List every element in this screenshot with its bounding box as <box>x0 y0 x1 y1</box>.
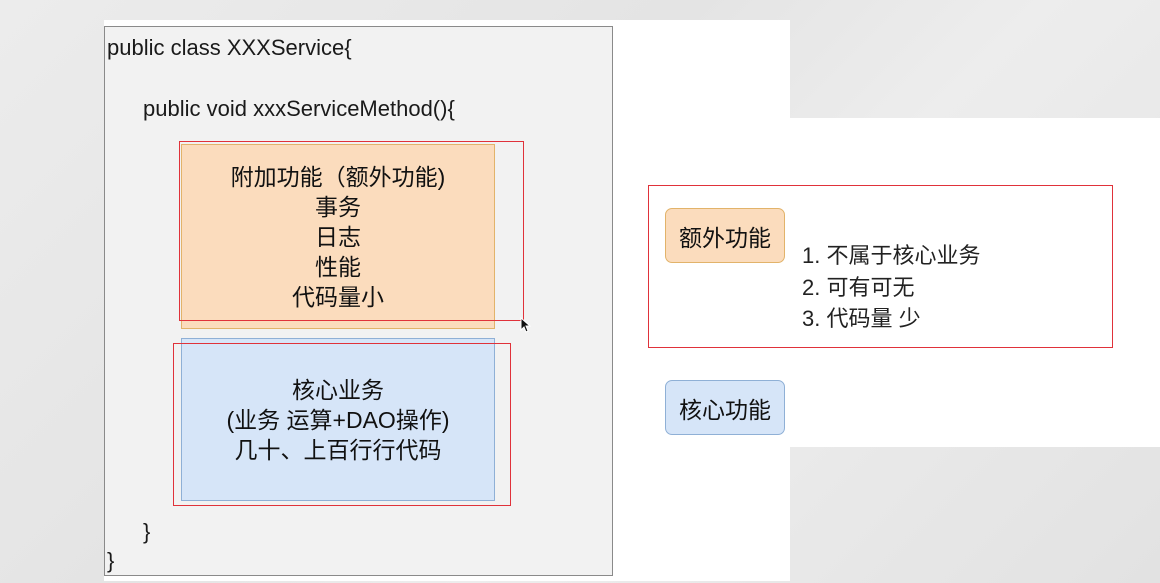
method-close-brace: } <box>143 519 151 544</box>
extra-point-1: 1. 不属于核心业务 <box>802 243 981 268</box>
method-declaration: public void xxxServiceMethod(){ <box>143 96 455 121</box>
core-business-highlight <box>173 343 511 506</box>
class-declaration: public class XXXService{ <box>107 35 352 60</box>
extra-point-3: 3. 代码量 少 <box>802 306 921 331</box>
class-close-brace: } <box>107 548 115 573</box>
core-function-label: 核心功能 <box>665 380 785 435</box>
additional-function-highlight <box>179 141 524 321</box>
extra-function-label: 额外功能 <box>665 208 785 263</box>
extra-point-2: 2. 可有可无 <box>802 275 915 300</box>
mouse-pointer-icon <box>520 317 532 333</box>
